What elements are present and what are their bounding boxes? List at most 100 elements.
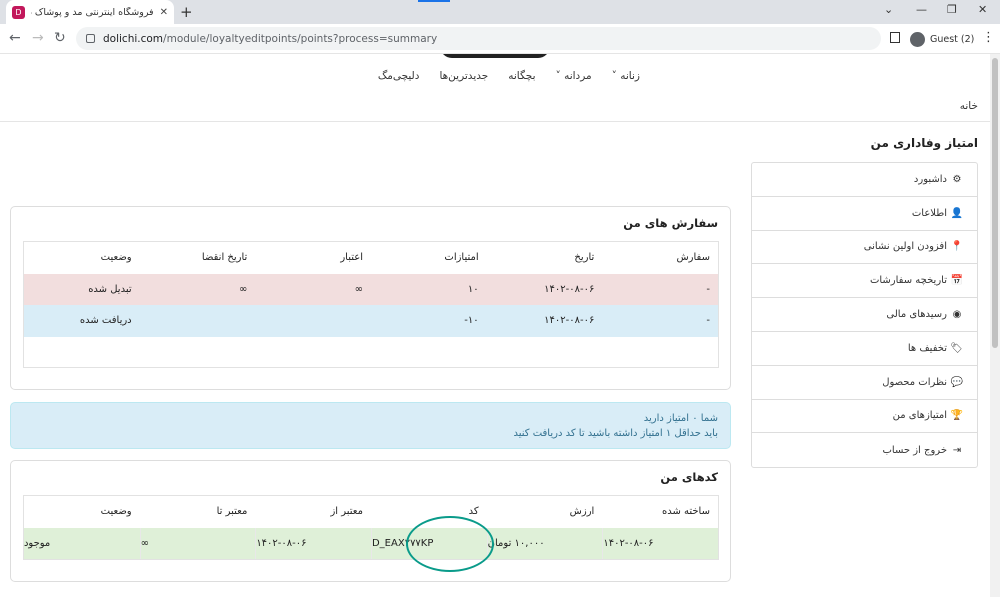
- sidebar-item-info[interactable]: 👤 اطلاعات: [752, 197, 977, 231]
- url-text: dolichi.com/module/loyaltyeditpoints/poi…: [103, 32, 438, 45]
- user-icon: 👤: [950, 207, 963, 219]
- col-value: ارزش: [569, 506, 595, 518]
- sidebar-item-order-history[interactable]: 📅 تاریخچه سفارشات: [752, 264, 977, 299]
- sidebar-item-logout[interactable]: ⇥ خروج از حساب: [752, 433, 977, 467]
- cell-valid-to: ∞: [139, 527, 256, 559]
- cell-value: ۱۰,۰۰۰ تومان: [486, 527, 603, 559]
- trophy-icon: 🏆: [950, 410, 963, 422]
- col-valid-to: معتبر تا: [216, 506, 248, 518]
- forward-arrow-icon[interactable]: →: [32, 30, 44, 46]
- cell-points: ۱۰-: [464, 315, 479, 327]
- scrollbar-thumb[interactable]: [992, 58, 998, 348]
- browser-toolbar: ← → ↻ dolichi.com/module/loyaltyeditpoin…: [0, 24, 1000, 54]
- breadcrumb-home[interactable]: خانه: [960, 100, 978, 112]
- sidebar-item-discounts[interactable]: 🏷 تخفیف ها: [752, 332, 977, 366]
- col-status: وضعیت: [100, 252, 132, 264]
- sidebar-item-label: امتیازهای من: [892, 410, 947, 422]
- sidebar-item-label: نظرات محصول: [882, 376, 947, 388]
- cell-order: -: [706, 283, 710, 295]
- sidebar-item-label: اطلاعات: [911, 207, 947, 219]
- comment-icon: 💬: [950, 376, 963, 388]
- cell-created: ۱۴۰۲-۰۸-۰۶: [602, 527, 718, 559]
- codes-table: ساخته شده ارزش کد معتبر از معتبر تا وضعی…: [23, 495, 719, 560]
- sidebar-item-label: تاریخچه سفارشات: [869, 275, 947, 287]
- profile-avatar-icon: [910, 31, 925, 47]
- tab-search-icon[interactable]: ⌄: [884, 3, 893, 16]
- points-info-alert: شما ۰ امتیاز دارید باید حداقل ۱ امتیاز د…: [10, 402, 731, 449]
- col-code-status: وضعیت: [100, 506, 132, 518]
- orders-title: سفارش های من: [623, 216, 718, 230]
- browser-tab[interactable]: D فروشگاه اینترنتی مد و پوشاک دلیچ ✕: [6, 0, 174, 24]
- nav-men[interactable]: مردانه ˅: [556, 70, 592, 82]
- col-expiry: تاریخ انقضا: [201, 252, 248, 264]
- col-order: سفارش: [676, 252, 710, 264]
- cell-order: -: [706, 315, 710, 327]
- side-panel-icon[interactable]: [890, 32, 900, 43]
- cell-valid-from: ۱۴۰۲-۰۸-۰۶: [255, 527, 371, 559]
- col-credit: اعتبار: [340, 252, 363, 264]
- code-highlight-annotation: [406, 516, 494, 572]
- top-navigation: زنانه ˅ مردانه ˅ بچگانه جدیدترین‌ها دلیچ…: [350, 70, 640, 82]
- nav-newest[interactable]: جدیدترین‌ها: [439, 70, 488, 82]
- gear-icon: ⚙: [952, 173, 962, 185]
- profile-button[interactable]: Guest (2): [910, 29, 974, 49]
- alert-line-2: باید حداقل ۱ امتیاز داشته باشید تا کد در…: [513, 428, 718, 439]
- col-points: امتیازات: [444, 252, 479, 264]
- nav-kids[interactable]: بچگانه: [508, 70, 535, 82]
- tab-strip-accent: [418, 0, 450, 2]
- sidebar-item-label: خروج از حساب: [882, 444, 947, 456]
- sidebar-item-label: داشبورد: [913, 173, 947, 185]
- cell-expiry: ∞: [238, 283, 248, 295]
- lock-icon: [86, 34, 95, 43]
- address-bar[interactable]: dolichi.com/module/loyaltyeditpoints/poi…: [76, 27, 881, 50]
- col-code: کد: [468, 506, 479, 518]
- orders-header-row: سفارش تاریخ امتیازات اعتبار تاریخ انقضا …: [24, 242, 718, 274]
- sidebar-item-add-address[interactable]: 📍 افزودن اولین نشانی: [752, 231, 977, 265]
- codes-header-row: ساخته شده ارزش کد معتبر از معتبر تا وضعی…: [24, 496, 718, 528]
- map-marker-icon: 📍: [950, 241, 963, 253]
- cell-points: ۱۰: [467, 283, 479, 295]
- table-row: - ۱۴۰۲-۰۸-۰۶ ۱۰- دریافت شده: [24, 305, 718, 337]
- cell-credit: ∞: [354, 283, 363, 295]
- site-logo[interactable]: [440, 54, 550, 58]
- cell-date: ۱۴۰۲-۰۸-۰۶: [544, 283, 595, 295]
- table-row: ۱۴۰۲-۰۸-۰۶ ۱۰,۰۰۰ تومان D_EAX۲۷۷KP ۱۴۰۲-…: [24, 527, 718, 559]
- sidebar-item-label: افزودن اولین نشانی: [863, 241, 947, 253]
- new-tab-button[interactable]: +: [180, 3, 193, 21]
- codes-card: کدهای من ساخته شده ارزش کد معتبر از معتب…: [10, 460, 731, 582]
- nav-women[interactable]: زنانه ˅: [612, 70, 640, 82]
- receipt-icon: ◉: [952, 309, 962, 321]
- account-sidebar: ⚙ داشبورد 👤 اطلاعات 📍 افزودن اولین نشانی 📅 ت…: [751, 162, 978, 469]
- cell-status: دریافت شده: [79, 315, 132, 327]
- page-scrollbar[interactable]: [990, 54, 1000, 597]
- cell-status: تبدیل شده: [88, 283, 132, 295]
- orders-table: سفارش تاریخ امتیازات اعتبار تاریخ انقضا …: [23, 241, 719, 368]
- sidebar-item-reviews[interactable]: 💬 نظرات محصول: [752, 366, 977, 400]
- back-arrow-icon[interactable]: ←: [9, 30, 21, 46]
- cell-date: ۱۴۰۲-۰۸-۰۶: [544, 315, 595, 327]
- tag-icon: 🏷: [950, 342, 963, 354]
- close-tab-icon[interactable]: ✕: [160, 7, 168, 18]
- restore-button[interactable]: ❐: [947, 3, 957, 16]
- page-title: امتیاز وفاداری من: [870, 136, 978, 150]
- nav-magazine[interactable]: دلیچی‌مگ: [378, 70, 420, 82]
- alert-line-1: شما ۰ امتیاز دارید: [643, 413, 718, 424]
- reload-icon[interactable]: ↻: [54, 30, 66, 46]
- menu-kebab-icon[interactable]: ⋮: [982, 30, 995, 45]
- minimize-button[interactable]: —: [916, 3, 927, 16]
- sidebar-item-label: تخفیف ها: [907, 342, 947, 354]
- close-window-button[interactable]: ✕: [978, 3, 987, 16]
- site-favicon-icon: D: [12, 5, 25, 19]
- table-row-empty: [24, 337, 718, 367]
- sidebar-item-dashboard[interactable]: ⚙ داشبورد: [752, 163, 977, 197]
- calendar-icon: 📅: [950, 275, 963, 287]
- col-created: ساخته شده: [661, 506, 710, 518]
- orders-card: سفارش های من سفارش تاریخ امتیازات اعتبار…: [10, 206, 731, 390]
- col-date: تاریخ: [574, 252, 595, 264]
- sidebar-item-receipts[interactable]: ◉ رسیدهای مالی: [752, 298, 977, 332]
- codes-title: کدهای من: [660, 470, 718, 484]
- tab-title: فروشگاه اینترنتی مد و پوشاک دلیچ: [31, 6, 154, 18]
- sidebar-item-my-points[interactable]: 🏆 امتیازهای من: [752, 400, 977, 434]
- breadcrumb-bar: خانه: [0, 92, 990, 122]
- sidebar-item-label: رسیدهای مالی: [886, 309, 947, 321]
